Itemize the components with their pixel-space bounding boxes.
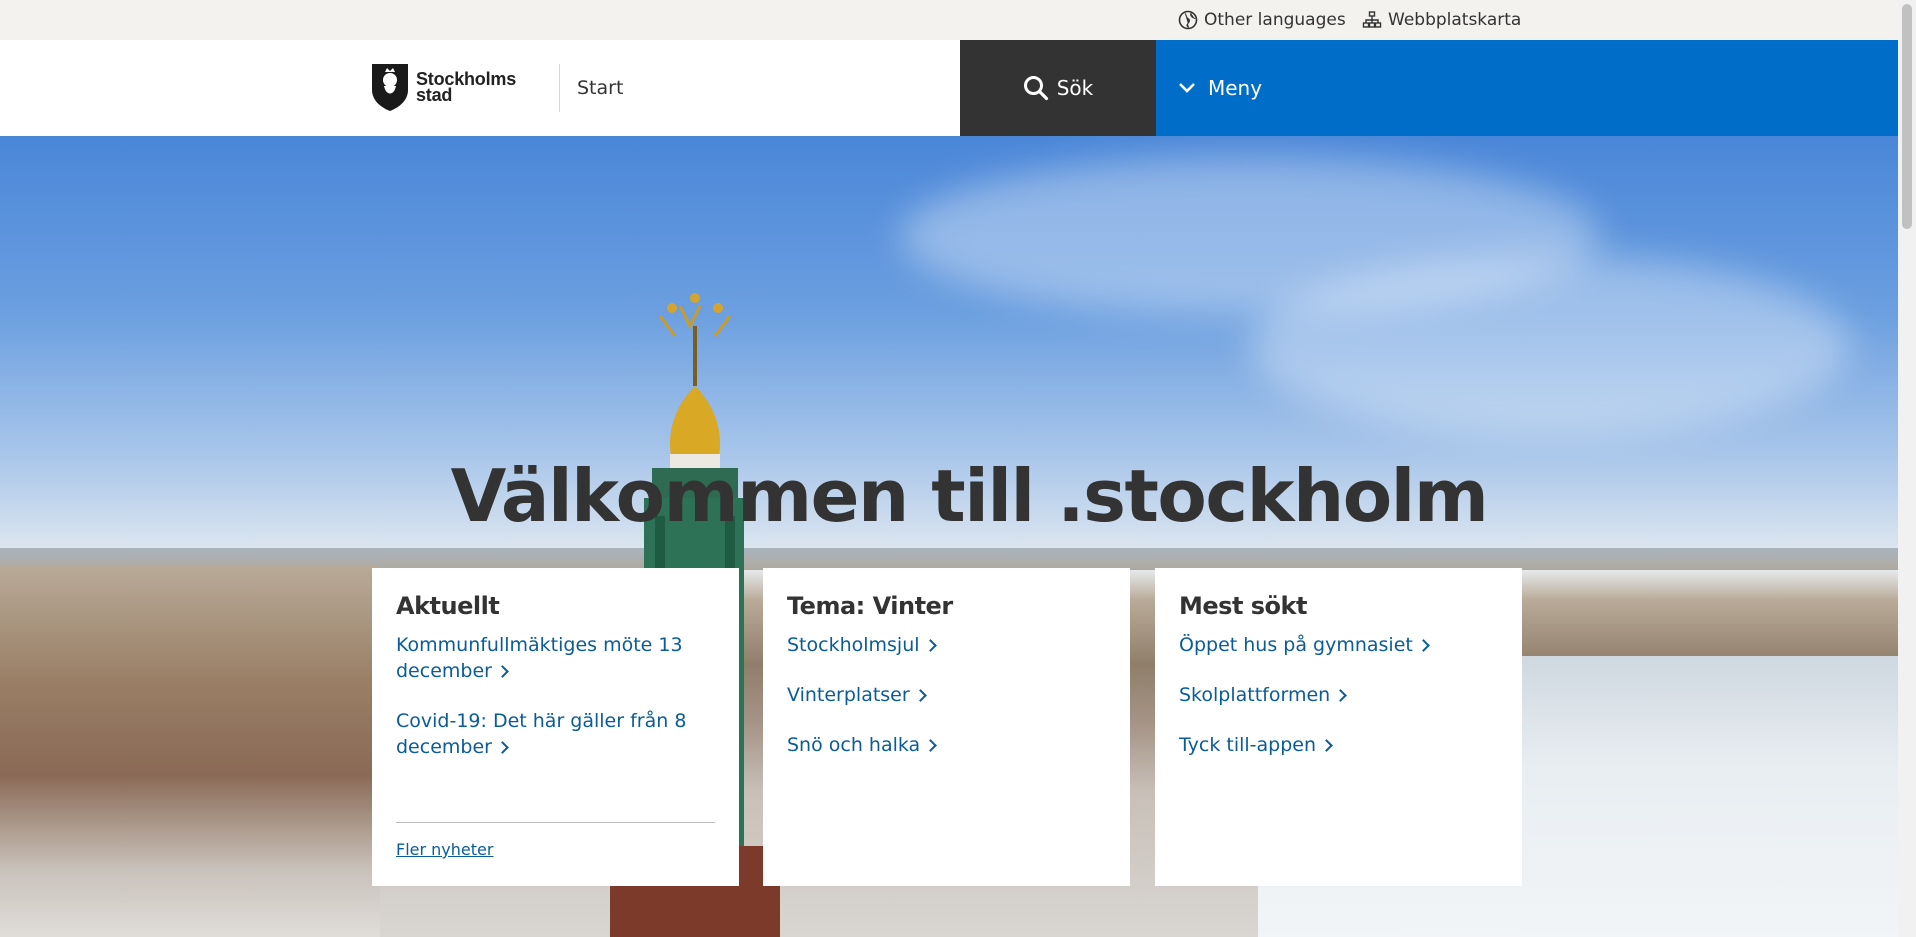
more-news-link[interactable]: Fler nyheter <box>396 840 493 859</box>
chevron-right-icon <box>1334 689 1348 702</box>
site-header: Stockholms stad Start Sök Meny <box>0 40 1898 136</box>
link-text: Tyck till-appen <box>1179 734 1317 756</box>
city-crest-icon <box>372 64 408 111</box>
link-stockholmsjul[interactable]: Stockholmsjul <box>787 632 1106 658</box>
logo-line-2: stad <box>416 85 453 105</box>
link-text: Öppet hus på gymnasiet <box>1179 634 1413 656</box>
chevron-right-icon <box>1320 739 1333 752</box>
sitemap-label: Webbplatskarta <box>1388 10 1522 30</box>
chevron-right-icon <box>496 665 509 678</box>
search-button[interactable]: Sök <box>960 40 1156 136</box>
link-tyck-till-appen[interactable]: Tyck till-appen <box>1179 732 1498 758</box>
chevron-right-icon <box>496 741 509 754</box>
old-town-buildings <box>0 566 380 937</box>
card-divider <box>396 822 715 823</box>
hero-banner: Välkommen till .stockholm Aktuellt Kommu… <box>0 136 1898 937</box>
search-icon <box>1023 76 1048 101</box>
card-mest-sokt: Mest sökt Öppet hus på gymnasiet Skolpla… <box>1155 568 1522 886</box>
card-title: Tema: Vinter <box>787 592 953 620</box>
breadcrumb-start[interactable]: Start <box>577 40 623 136</box>
link-text: Vinterplatser <box>787 684 910 706</box>
hero-title: Välkommen till .stockholm <box>450 454 1489 538</box>
header-divider <box>559 64 560 112</box>
link-text: Stockholmsjul <box>787 634 920 656</box>
chevron-right-icon <box>923 639 937 652</box>
globe-icon <box>1178 10 1198 30</box>
link-text: Covid-19: Det här gäller från 8 december <box>396 710 687 758</box>
stockholm-stad-logo[interactable]: Stockholms stad <box>370 62 516 112</box>
card-aktuellt: Aktuellt Kommunfullmäktiges möte 13 dece… <box>372 568 739 886</box>
news-link-covid[interactable]: Covid-19: Det här gäller från 8 december <box>396 708 715 760</box>
news-link-kommunfullmaktige[interactable]: Kommunfullmäktiges möte 13 december <box>396 632 715 684</box>
utility-bar: Other languages Webbplatskarta <box>0 0 1898 40</box>
link-text: Kommunfullmäktiges möte 13 december <box>396 634 683 682</box>
link-sno-och-halka[interactable]: Snö och halka <box>787 732 1106 758</box>
sky-cloud <box>1250 256 1850 436</box>
search-label: Sök <box>1056 76 1094 100</box>
other-languages-label: Other languages <box>1204 10 1346 30</box>
card-title: Aktuellt <box>396 592 500 620</box>
logo-text: Stockholms stad <box>416 70 516 105</box>
chevron-right-icon <box>924 739 938 752</box>
link-oppet-hus[interactable]: Öppet hus på gymnasiet <box>1179 632 1498 658</box>
link-vinterplatser[interactable]: Vinterplatser <box>787 682 1106 708</box>
card-title: Mest sökt <box>1179 592 1307 620</box>
sitemap-icon <box>1362 11 1382 28</box>
page-scrollbar[interactable] <box>1898 0 1916 937</box>
menu-button[interactable]: Meny <box>1156 40 1898 136</box>
link-text: Skolplattformen <box>1179 684 1331 706</box>
chevron-right-icon <box>913 689 927 702</box>
scrollbar-thumb[interactable] <box>1902 4 1912 229</box>
other-languages-link[interactable]: Other languages <box>1178 0 1346 40</box>
sitemap-link[interactable]: Webbplatskarta <box>1362 0 1521 40</box>
card-tema-vinter: Tema: Vinter Stockholmsjul Vinterplatser… <box>763 568 1130 886</box>
chevron-down-icon <box>1179 83 1195 93</box>
link-skolplattformen[interactable]: Skolplattformen <box>1179 682 1498 708</box>
link-text: Snö och halka <box>787 734 921 756</box>
chevron-right-icon <box>1416 639 1430 652</box>
menu-label: Meny <box>1208 76 1263 100</box>
